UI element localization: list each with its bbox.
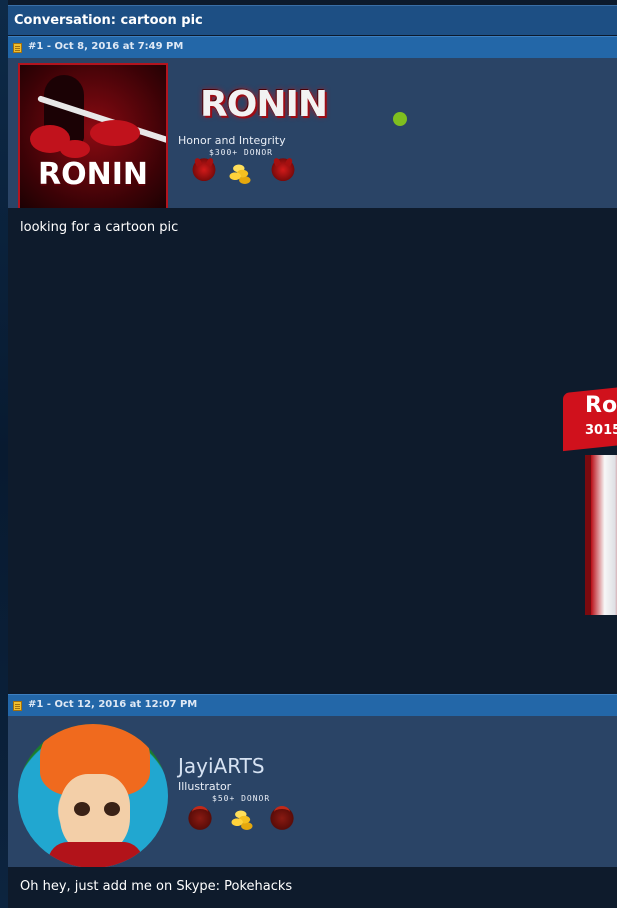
username-logo-text: RONIN: [200, 84, 328, 125]
post-permalink[interactable]: #1 - Oct 8, 2016 at 7:49 PM: [28, 41, 183, 52]
banner-panel: [585, 455, 617, 615]
post-header: #1 - Oct 8, 2016 at 7:49 PM: [8, 36, 617, 58]
coins-icon: [230, 804, 254, 830]
avatar-text: RONIN: [38, 157, 148, 192]
post-body: Oh hey, just add me on Skype: Pokehacks: [8, 867, 617, 908]
demon-icon: [192, 158, 216, 184]
claw-icon: [188, 804, 212, 830]
banner-text: Ro: [585, 393, 617, 418]
avatar[interactable]: [18, 724, 168, 868]
claw-icon: [270, 804, 294, 830]
coins-icon: [228, 158, 252, 184]
user-title: Illustrator: [178, 780, 232, 793]
post-body: looking for a cartoon pic: [8, 208, 617, 692]
post-userbar: RONIN RONIN Honor and Integrity $300+ DO…: [8, 58, 617, 213]
donor-label: $300+ DONOR: [209, 148, 273, 157]
banner-subtext: 3015: [585, 423, 617, 438]
demon-icon: [271, 158, 295, 184]
post-message: looking for a cartoon pic: [20, 220, 179, 235]
document-icon: [13, 43, 22, 53]
blood-splat: [60, 140, 90, 158]
username-logo[interactable]: RONIN: [200, 84, 360, 126]
conversation-title: Conversation: cartoon pic: [14, 13, 203, 28]
username[interactable]: JayiARTS: [178, 754, 265, 778]
blood-splat: [90, 120, 140, 146]
post-message: Oh hey, just add me on Skype: Pokehacks: [20, 879, 293, 894]
user-title: Honor and Integrity: [178, 134, 286, 147]
conversation-title-bar: Conversation: cartoon pic: [8, 5, 617, 35]
side-banner-ad[interactable]: Ro 3015: [555, 385, 617, 625]
post-header: #1 - Oct 12, 2016 at 12:07 PM: [8, 694, 617, 716]
document-icon: [13, 701, 22, 711]
avatar[interactable]: RONIN: [18, 63, 168, 213]
avatar-scarf: [48, 842, 143, 868]
conversation-frame: Conversation: cartoon pic #1 - Oct 8, 20…: [8, 0, 617, 908]
avatar-eye: [74, 802, 90, 816]
post-permalink[interactable]: #1 - Oct 12, 2016 at 12:07 PM: [28, 699, 197, 710]
avatar-eye: [104, 802, 120, 816]
page-background-edge: [0, 0, 8, 908]
online-status-icon: [393, 112, 407, 126]
post-userbar: JayiARTS Illustrator $50+ DONOR: [8, 716, 617, 868]
donor-label: $50+ DONOR: [212, 794, 271, 803]
